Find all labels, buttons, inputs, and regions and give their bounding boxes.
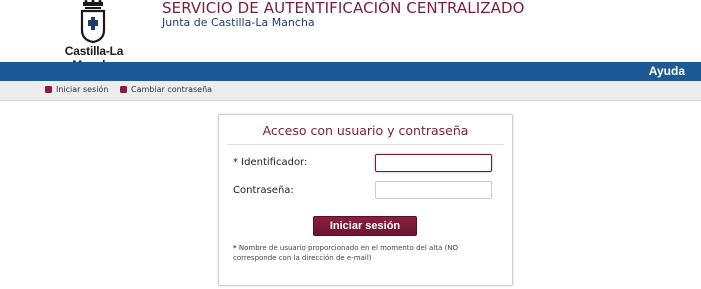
note-text: Nombre de usuario proporcionado en el mo… <box>233 244 458 262</box>
top-bar: Ayuda <box>0 62 701 81</box>
username-input[interactable] <box>375 154 492 172</box>
password-input[interactable] <box>375 181 492 199</box>
bullet-icon <box>120 86 127 93</box>
username-note: * Nombre de usuario proporcionado en el … <box>233 244 493 263</box>
login-title: Acceso con usuario y contraseña <box>262 123 469 138</box>
login-panel: Acceso con usuario y contraseña * Identi… <box>218 114 513 286</box>
jccm-logo: Castilla-La Mancha <box>44 0 144 72</box>
bullet-icon <box>45 86 52 93</box>
help-link[interactable]: Ayuda <box>649 64 685 78</box>
nav-item-iniciar-sesion[interactable]: Iniciar sesión <box>45 85 108 94</box>
page-header: Castilla-La Mancha SERVICIO DE AUTENTIFI… <box>0 0 701 72</box>
password-label: Contraseña: <box>233 185 294 196</box>
nav-item-label: Iniciar sesión <box>56 85 109 94</box>
login-button[interactable]: Iniciar sesión <box>313 216 417 236</box>
username-label: * Identificador: <box>233 157 308 168</box>
nav-item-cambiar-contrasena[interactable]: Cambiar contraseña <box>120 85 212 94</box>
nav-item-label: Cambiar contraseña <box>131 85 213 94</box>
crest-icon <box>80 0 106 44</box>
nav-bar: Iniciar sesión Cambiar contraseña <box>0 81 701 101</box>
title-block: SERVICIO DE AUTENTIFICACIÓN CENTRALIZADO… <box>162 0 525 29</box>
divider <box>227 144 504 145</box>
